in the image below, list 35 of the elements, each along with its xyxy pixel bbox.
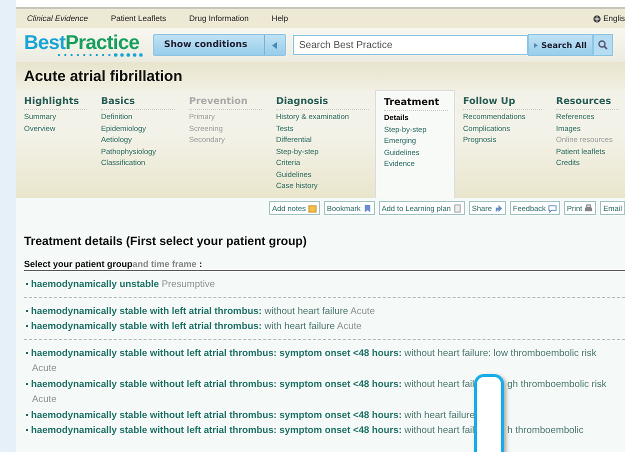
language-link[interactable]: Englis <box>593 14 625 23</box>
tab-heading[interactable]: Highlights <box>24 96 87 110</box>
tab-heading[interactable]: Treatment <box>384 97 448 111</box>
printer-icon <box>584 204 594 212</box>
bookmark-icon <box>362 204 372 212</box>
page-icon <box>452 204 462 212</box>
globe-icon <box>593 14 602 22</box>
speech-bubble-icon <box>548 204 557 212</box>
tab-heading[interactable]: Diagnosis <box>276 96 369 110</box>
nav-link[interactable]: Patient Leaflets <box>110 14 166 23</box>
share-icon <box>494 204 503 212</box>
tab-heading[interactable]: Resources <box>556 96 619 110</box>
search-field[interactable]: Search Best Practice <box>293 35 528 55</box>
caret-icon <box>272 42 278 48</box>
nav-link[interactable]: Clinical Evidence <box>27 14 88 23</box>
patient-group-link[interactable]: haemodynamically stable with left atrial thrombus: with heart failure Acute <box>24 319 625 334</box>
patient-group-link[interactable]: haemodynamically stable without left atrial thrombus: symptom onset <48 hours: with heart failure <box>24 408 625 423</box>
tab-heading[interactable]: Basics <box>101 96 175 110</box>
caret-icon <box>534 42 538 48</box>
nav-link[interactable]: Help <box>272 14 288 23</box>
nav-link[interactable]: Drug Information <box>189 14 249 23</box>
search-all-button[interactable]: Search All <box>528 34 593 56</box>
note-icon <box>308 204 317 212</box>
patient-group-link[interactable]: haemodynamically unstable Presumptive <box>24 277 625 292</box>
patient-group-link[interactable]: haemodynamically stable without left atrial thrombus: symptom onset <48 hours: without heart fail h thromboembolic <box>24 423 625 438</box>
patient-group-link[interactable]: haemodynamically stable without left atrial thrombus: symptom onset <48 hours: without heart failure: low thromboembolic risk Acute <box>24 346 625 376</box>
patient-group-link[interactable]: haemodynamically stable without left atrial thrombus: symptom onset <48 hours: without heart fail gh thromboembolic risk Acute <box>24 376 625 408</box>
search-icon[interactable] <box>593 34 613 56</box>
patient-group-link[interactable]: haemodynamically stable with left atrial thrombus: without heart failure Acute <box>24 304 625 319</box>
section-heading: Treatment details (First select your patient group) <box>24 234 308 248</box>
show-conditions-button[interactable]: Show conditions <box>153 34 286 56</box>
page-title: Acute atrial fibrillation <box>24 68 182 84</box>
select-label: Select your patient groupand time frame : <box>24 259 625 271</box>
logo[interactable]: BestPractice <box>24 33 154 57</box>
tab-heading[interactable]: Follow Up <box>463 96 542 110</box>
